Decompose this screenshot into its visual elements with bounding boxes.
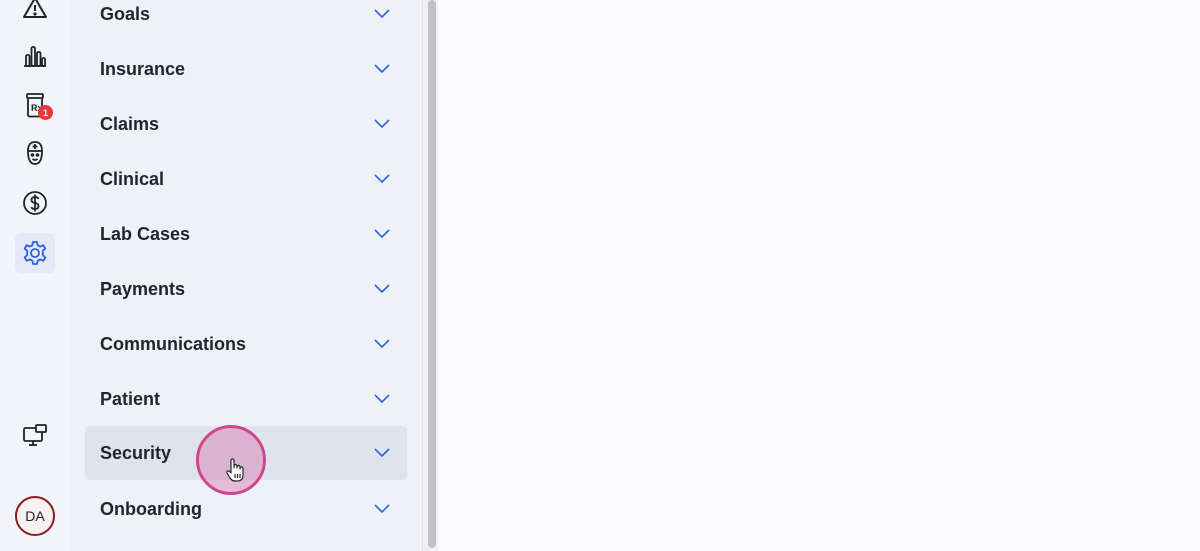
chevron-down-icon: [374, 119, 390, 129]
rail-item-prescriptions[interactable]: Rx 1: [15, 85, 55, 125]
main-content: [440, 0, 1200, 551]
accordion-lab-cases[interactable]: Lab Cases: [85, 207, 407, 261]
rail-item-reports[interactable]: [15, 35, 55, 75]
accordion-patient[interactable]: Patient: [85, 372, 407, 426]
accordion-label: Goals: [100, 3, 151, 24]
icon-rail: Rx 1 DA: [0, 0, 70, 551]
accordion-communications[interactable]: Communications: [85, 317, 407, 371]
accordion-label: Insurance: [100, 58, 186, 79]
app-root: Rx 1 DA Goals Insurance Claims Clinical …: [0, 0, 1200, 551]
rail-item-billing[interactable]: [15, 183, 55, 223]
bar-chart-icon: [24, 46, 46, 67]
chevron-down-icon: [374, 448, 390, 458]
chevron-down-icon: [374, 174, 390, 184]
alert-triangle-icon: [23, 0, 47, 18]
prescription-count-badge: 1: [38, 105, 53, 120]
gear-icon: [23, 241, 47, 265]
accordion-label: Payments: [100, 278, 186, 299]
dollar-icon: [23, 191, 47, 215]
accordion-label: Clinical: [100, 168, 165, 189]
panel-scrollbar[interactable]: [422, 0, 438, 551]
rail-item-alerts[interactable]: [15, 0, 55, 28]
chevron-down-icon: [374, 9, 390, 19]
chevron-down-icon: [374, 339, 390, 349]
accordion-goals[interactable]: Goals: [85, 0, 407, 41]
monitor-icon: [23, 424, 47, 446]
accordion-label: Onboarding: [100, 498, 202, 519]
nurse-icon: [27, 141, 43, 165]
accordion-label: Claims: [100, 113, 160, 134]
chevron-down-icon: [374, 504, 390, 514]
chevron-down-icon: [374, 284, 390, 294]
user-avatar[interactable]: DA: [15, 496, 55, 536]
rail-item-settings[interactable]: [15, 233, 55, 273]
accordion-label: Lab Cases: [100, 223, 191, 244]
accordion-insurance[interactable]: Insurance: [85, 42, 407, 96]
scrollbar-thumb[interactable]: [428, 0, 436, 548]
accordion-label: Security: [100, 442, 172, 463]
accordion-clinical[interactable]: Clinical: [85, 152, 407, 206]
accordion-label: Patient: [100, 388, 161, 409]
chevron-down-icon: [374, 64, 390, 74]
rail-item-devices[interactable]: [15, 416, 55, 456]
hand-pointer-icon: [226, 458, 244, 482]
rail-item-staff[interactable]: [15, 133, 55, 173]
chevron-down-icon: [374, 229, 390, 239]
accordion-claims[interactable]: Claims: [85, 97, 407, 151]
chevron-down-icon: [374, 394, 390, 404]
accordion-label: Communications: [100, 333, 247, 354]
accordion-payments[interactable]: Payments: [85, 262, 407, 316]
